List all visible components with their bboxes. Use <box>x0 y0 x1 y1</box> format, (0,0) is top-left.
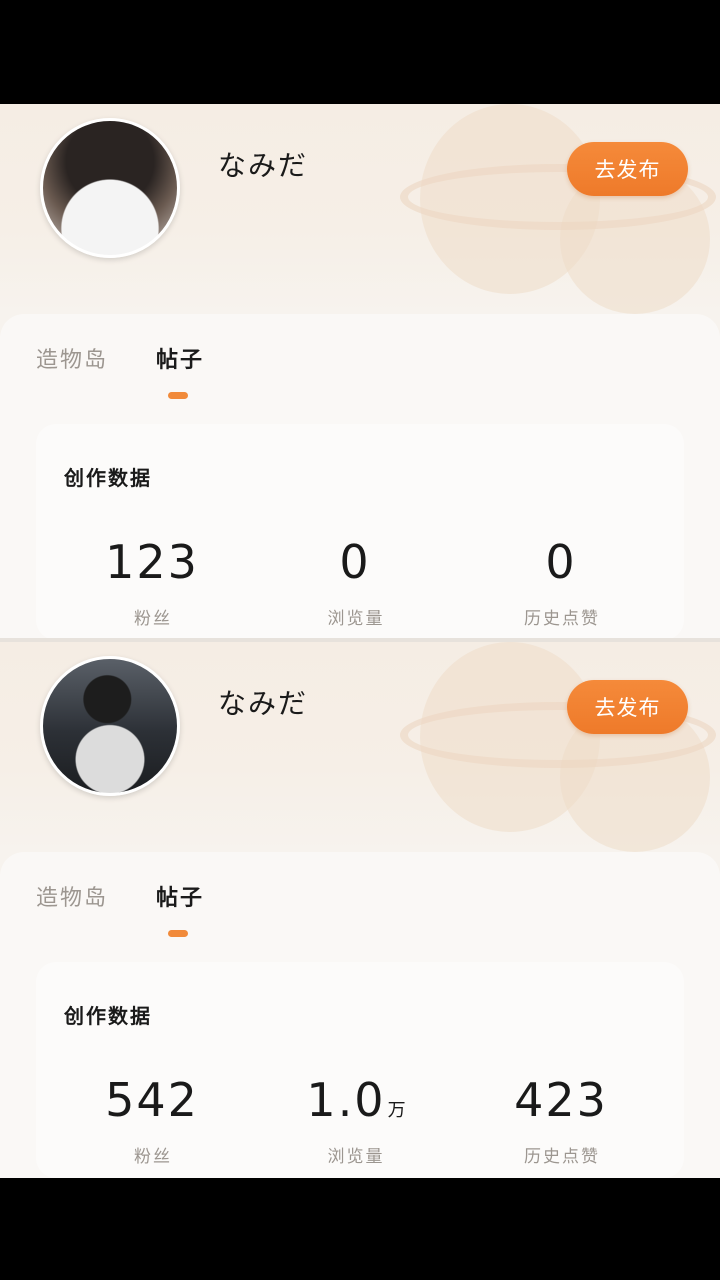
stat-views[interactable]: 1.0 万 浏览量 <box>256 1072 456 1167</box>
stat-label: 粉丝 <box>134 1147 172 1167</box>
stat-value: 542 <box>105 1073 199 1127</box>
stat-label: 历史点赞 <box>524 1147 600 1167</box>
stat-label: 历史点赞 <box>524 609 600 629</box>
avatar[interactable] <box>40 656 180 796</box>
stat-unit: 万 <box>387 1100 406 1121</box>
stat-value: 0 <box>545 535 577 589</box>
tab-active-indicator <box>168 392 188 399</box>
stat-value: 123 <box>105 535 199 589</box>
stat-label: 浏览量 <box>327 609 385 629</box>
stat-likes[interactable]: 0 历史点赞 <box>462 534 662 629</box>
stat-value: 1.0 <box>306 1073 386 1127</box>
stat-followers[interactable]: 542 粉丝 <box>53 1072 253 1167</box>
letterbox-bottom <box>0 1178 720 1280</box>
tab-creation-island[interactable]: 造物岛 <box>36 880 108 912</box>
tab-posts[interactable]: 帖子 <box>156 342 204 374</box>
stat-views[interactable]: 0 浏览量 <box>256 534 456 629</box>
profile-panel: なみだ 去发布 造物岛 帖子 创作数据 542 粉丝 1.0 万 浏览量 423 … <box>0 642 720 1178</box>
tab-active-indicator <box>168 930 188 937</box>
stat-value: 423 <box>514 1073 608 1127</box>
avatar[interactable] <box>40 118 180 258</box>
stat-value: 0 <box>339 535 371 589</box>
tab-posts[interactable]: 帖子 <box>156 880 204 912</box>
stat-followers[interactable]: 123 粉丝 <box>53 534 253 629</box>
stat-label: 粉丝 <box>134 609 172 629</box>
profile-panel: なみだ 去发布 造物岛 帖子 创作数据 123 粉丝 0 浏览量 0 历史点赞 <box>0 104 720 640</box>
username: なみだ <box>218 687 309 720</box>
publish-button[interactable]: 去发布 <box>567 142 688 196</box>
stat-likes[interactable]: 423 历史点赞 <box>462 1072 662 1167</box>
letterbox-top <box>0 0 720 104</box>
username: なみだ <box>218 149 309 182</box>
tab-creation-island[interactable]: 造物岛 <box>36 342 108 374</box>
stat-label: 浏览量 <box>327 1147 385 1167</box>
stats-title: 创作数据 <box>64 466 152 490</box>
publish-button[interactable]: 去发布 <box>567 680 688 734</box>
stats-title: 创作数据 <box>64 1004 152 1028</box>
